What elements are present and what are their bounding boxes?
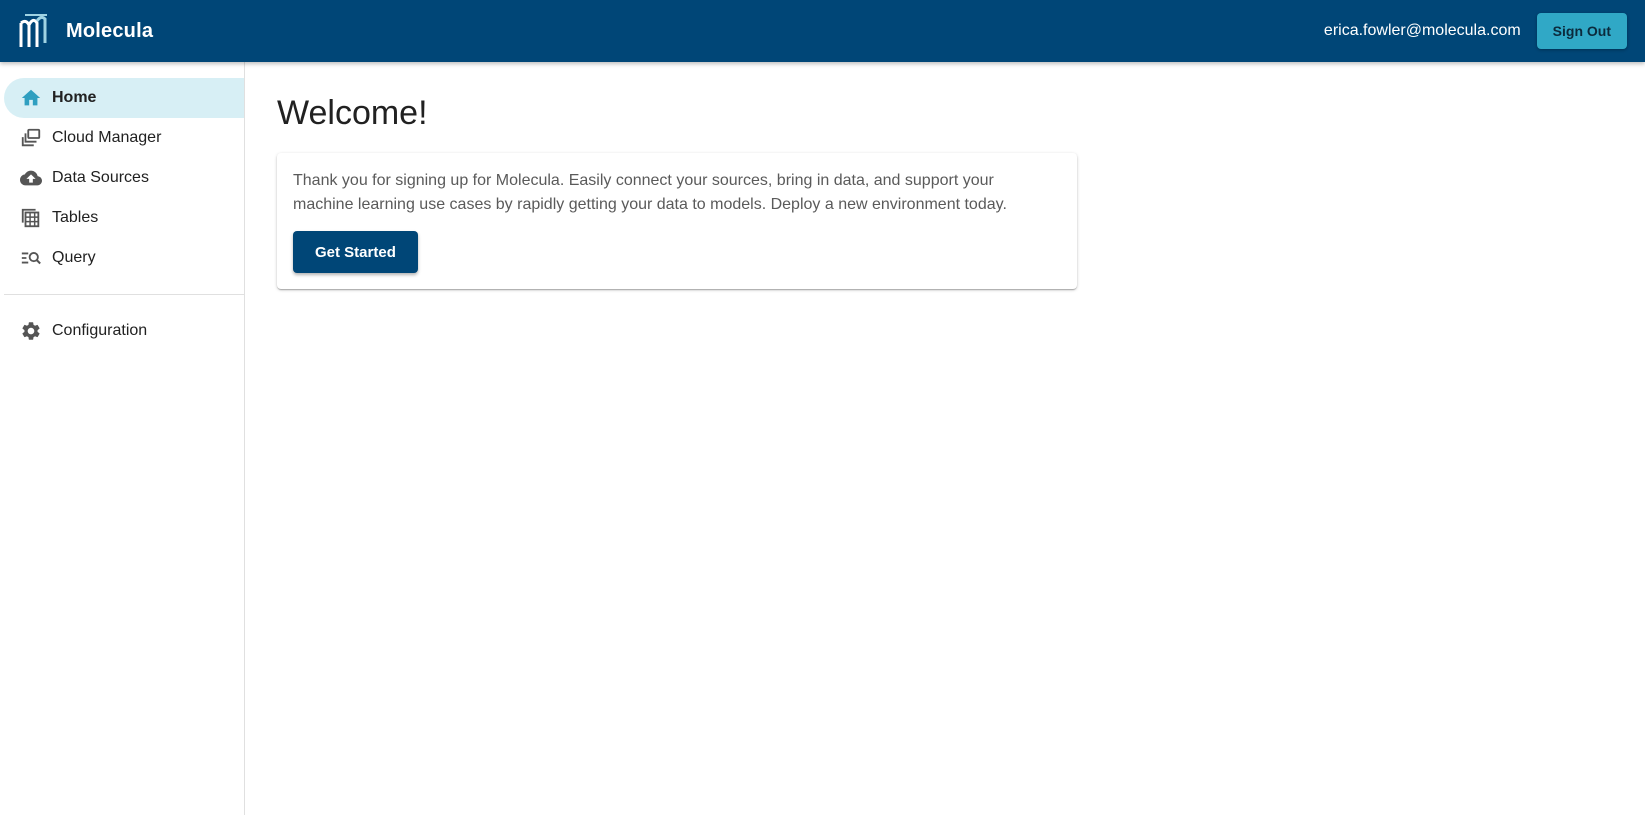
sidebar-item-tables[interactable]: Tables	[4, 198, 244, 238]
header-actions: erica.fowler@molecula.com Sign Out	[1324, 13, 1627, 49]
query-search-icon	[20, 247, 42, 269]
cloud-manager-icon	[20, 127, 42, 149]
molecula-logo-icon	[18, 13, 50, 49]
sidebar-item-configuration[interactable]: Configuration	[4, 311, 244, 351]
sidebar-item-label: Cloud Manager	[52, 129, 162, 146]
cloud-upload-icon	[20, 167, 42, 189]
page-title: Welcome!	[277, 94, 428, 132]
sidebar-item-home[interactable]: Home	[4, 78, 244, 118]
sidebar-item-label: Tables	[52, 209, 99, 226]
sidebar-divider	[4, 294, 244, 295]
sidebar-item-label: Home	[52, 89, 97, 106]
welcome-message: Thank you for signing up for Molecula. E…	[293, 172, 1007, 213]
main-content: Welcome! Thank you for signing up for Mo…	[245, 62, 1645, 815]
table-icon	[20, 207, 42, 229]
sidebar-item-query[interactable]: Query	[4, 238, 244, 278]
sidebar-item-label: Configuration	[52, 322, 148, 339]
user-email: erica.fowler@molecula.com	[1323, 22, 1521, 39]
gear-icon	[20, 320, 42, 342]
brand[interactable]: Molecula	[18, 13, 153, 49]
get-started-button[interactable]: Get Started	[293, 231, 418, 273]
sidebar-item-cloud-manager[interactable]: Cloud Manager	[4, 118, 244, 158]
welcome-card: Thank you for signing up for Molecula. E…	[277, 153, 1077, 289]
home-icon	[20, 87, 42, 109]
sidebar-nav: Home Cloud Manager Data Sources Tables Q…	[0, 62, 245, 815]
sidebar-item-data-sources[interactable]: Data Sources	[4, 158, 244, 198]
sidebar-item-label: Data Sources	[52, 169, 149, 186]
app-name: Molecula	[66, 19, 154, 42]
sidebar-item-label: Query	[52, 249, 96, 266]
top-app-bar: Molecula erica.fowler@molecula.com Sign …	[0, 0, 1645, 62]
sign-out-button[interactable]: Sign Out	[1536, 13, 1627, 49]
